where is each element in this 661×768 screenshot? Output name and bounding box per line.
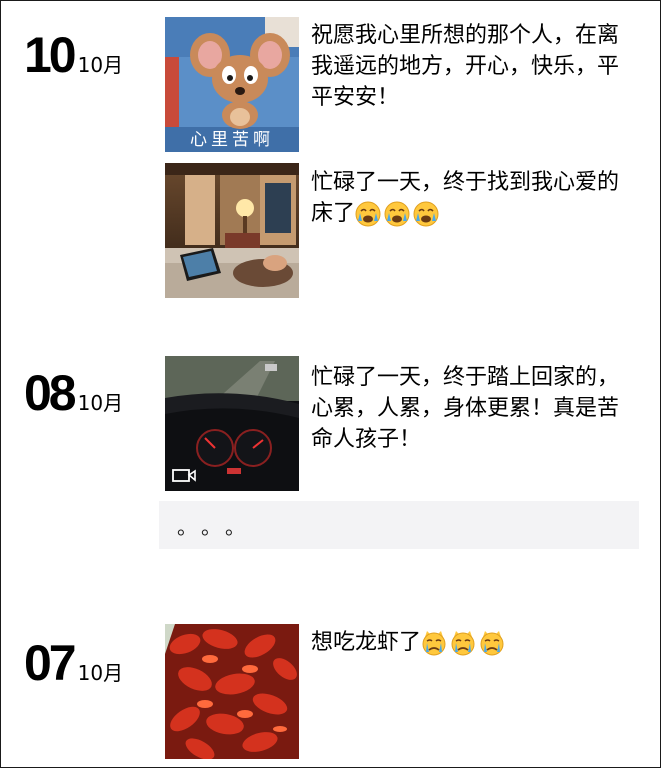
crying-face-icon — [413, 201, 439, 227]
hotel-room-photo — [165, 163, 299, 298]
date-day: 07 — [24, 635, 77, 691]
crying-cat-icon — [451, 631, 475, 656]
post-video-dashboard[interactable] — [165, 356, 299, 491]
date-month: 10月 — [77, 391, 124, 415]
date-day: 08 — [24, 365, 77, 421]
crying-face-icon — [355, 201, 381, 227]
date-month: 10月 — [77, 53, 124, 77]
post-text-4-body: 想吃龙虾了 — [311, 630, 422, 655]
date-day: 10 — [24, 27, 77, 83]
meme-caption: 心里苦啊 — [190, 130, 274, 150]
mouse-meme-image: 心里苦啊 — [165, 17, 299, 152]
comment-text: 。。。 — [177, 514, 259, 539]
emoji-group — [355, 201, 442, 227]
post-image-hotel-room[interactable] — [165, 163, 299, 298]
post-text-2: 忙碌了一天，终于找到我心爱的床了 — [311, 167, 631, 229]
comment-bubble[interactable]: 。。。 — [159, 501, 639, 549]
post-text-3: 忙碌了一天，终于踏上回家的，心累，人累，身体更累！真是苦命人孩子！ — [311, 365, 620, 452]
car-dashboard-video — [165, 356, 299, 491]
post-image-jerry-meme[interactable]: 心里苦啊 — [165, 17, 299, 152]
post-image-crayfish[interactable] — [165, 624, 299, 759]
crying-cat-icon — [422, 631, 446, 656]
post-text-4: 想吃龙虾了 — [311, 627, 631, 658]
emoji-group — [421, 630, 508, 656]
date-label-07: 07 10月 — [24, 638, 123, 688]
crying-face-icon — [384, 201, 410, 227]
date-label-10: 10 10月 — [24, 30, 123, 80]
post-text-1: 祝愿我心里所想的那个人，在离我遥远的地方，开心，快乐，平平安安！ — [311, 23, 620, 110]
date-label-08: 08 10月 — [24, 368, 123, 418]
date-month: 10月 — [77, 661, 124, 685]
crying-cat-icon — [480, 631, 504, 656]
crayfish-photo — [165, 624, 299, 759]
